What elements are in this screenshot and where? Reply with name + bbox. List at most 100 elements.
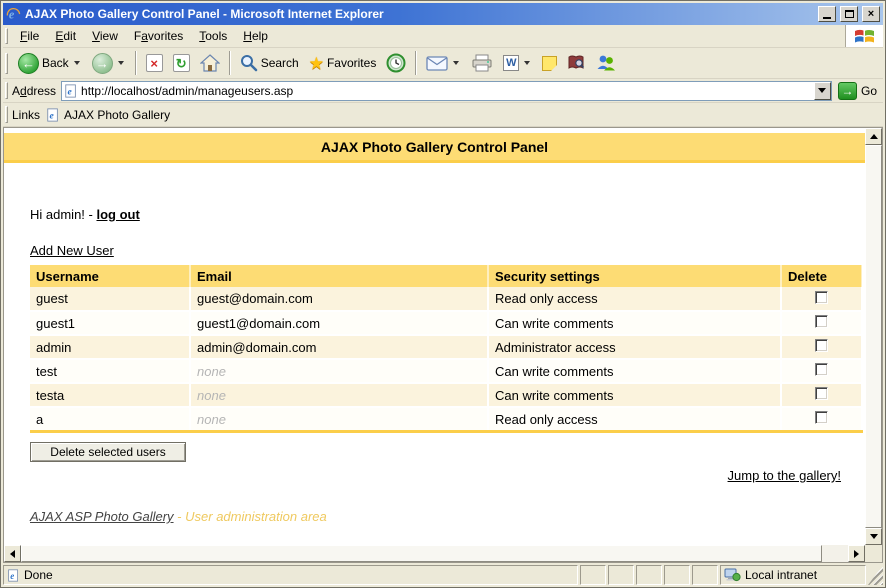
menu-edit[interactable]: Edit bbox=[47, 26, 84, 46]
footer-note: User administration area bbox=[185, 509, 327, 524]
go-icon: → bbox=[838, 82, 857, 100]
footer-gallery-link[interactable]: AJAX ASP Photo Gallery bbox=[30, 509, 174, 524]
maximize-icon bbox=[845, 10, 854, 18]
cell-email: none bbox=[190, 383, 488, 407]
table-header-row: Username Email Security settings Delete bbox=[30, 265, 862, 287]
scroll-left-button[interactable] bbox=[4, 545, 21, 562]
edit-dropdown-icon[interactable] bbox=[524, 61, 530, 65]
links-bar: Links e AJAX Photo Gallery bbox=[3, 103, 883, 127]
cell-security: Read only access bbox=[488, 407, 781, 432]
linksbar-grip[interactable] bbox=[5, 106, 8, 122]
triangle-up-icon bbox=[870, 134, 878, 139]
links-item-ajax-photo-gallery[interactable]: e AJAX Photo Gallery bbox=[46, 108, 170, 122]
refresh-button[interactable]: ↻ bbox=[169, 52, 194, 74]
address-dropdown-button[interactable] bbox=[814, 82, 831, 100]
cell-security: Administrator access bbox=[488, 335, 781, 359]
close-button[interactable]: × bbox=[862, 6, 880, 22]
col-header-username: Username bbox=[30, 265, 190, 287]
vertical-scroll-thumb[interactable] bbox=[865, 145, 882, 528]
cell-username: a bbox=[30, 407, 190, 432]
menu-bar: File Edit View Favorites Tools Help bbox=[3, 25, 883, 48]
status-pane bbox=[692, 565, 718, 585]
delete-checkbox[interactable] bbox=[815, 411, 828, 424]
jump-to-gallery-link[interactable]: Jump to the gallery! bbox=[728, 468, 841, 483]
go-button[interactable]: → Go bbox=[832, 82, 883, 100]
maximize-button[interactable] bbox=[840, 6, 858, 22]
address-label: Address bbox=[12, 84, 56, 98]
note-icon bbox=[542, 56, 557, 71]
minimize-icon bbox=[823, 17, 831, 19]
minimize-button[interactable] bbox=[818, 6, 836, 22]
page-title: AJAX Photo Gallery Control Panel bbox=[4, 133, 865, 163]
messenger-icon bbox=[595, 54, 617, 72]
print-icon bbox=[471, 54, 493, 72]
resize-grip[interactable] bbox=[868, 565, 883, 585]
status-pane bbox=[636, 565, 662, 585]
favorites-label: Favorites bbox=[327, 56, 376, 70]
go-label: Go bbox=[861, 84, 877, 98]
addressbar-grip[interactable] bbox=[5, 82, 8, 98]
delete-checkbox[interactable] bbox=[815, 387, 828, 400]
forward-dropdown-icon[interactable] bbox=[118, 61, 124, 65]
scroll-right-button[interactable] bbox=[848, 545, 865, 562]
menu-view[interactable]: View bbox=[84, 26, 126, 46]
table-row: test none Can write comments bbox=[30, 359, 862, 383]
back-icon: ← bbox=[18, 53, 39, 74]
browser-window: e AJAX Photo Gallery Control Panel - Mic… bbox=[0, 0, 886, 588]
status-pane bbox=[664, 565, 690, 585]
mail-dropdown-icon[interactable] bbox=[453, 61, 459, 65]
windows-logo-icon bbox=[845, 25, 883, 47]
delete-checkbox[interactable] bbox=[815, 363, 828, 376]
horizontal-scrollbar[interactable] bbox=[4, 545, 865, 562]
col-header-security: Security settings bbox=[488, 265, 781, 287]
edit-with-word-button[interactable]: W bbox=[499, 53, 536, 73]
mail-button[interactable] bbox=[422, 54, 465, 73]
page-icon: e bbox=[64, 84, 78, 98]
vertical-scrollbar[interactable] bbox=[865, 128, 882, 545]
address-input[interactable] bbox=[81, 83, 811, 99]
forward-button[interactable]: → bbox=[88, 51, 130, 76]
print-button[interactable] bbox=[467, 52, 497, 74]
add-new-user-link[interactable]: Add New User bbox=[30, 243, 114, 258]
cell-email: guest@domain.com bbox=[190, 287, 488, 311]
history-button[interactable] bbox=[382, 51, 410, 75]
scroll-up-button[interactable] bbox=[865, 128, 882, 145]
delete-checkbox[interactable] bbox=[815, 339, 828, 352]
chevron-down-icon bbox=[818, 88, 826, 93]
discuss-button[interactable] bbox=[538, 54, 561, 73]
status-done: e Done bbox=[3, 565, 578, 585]
back-dropdown-icon[interactable] bbox=[74, 61, 80, 65]
cell-username: guest1 bbox=[30, 311, 190, 335]
toolbar-separator bbox=[229, 51, 231, 75]
links-label: Links bbox=[12, 108, 40, 122]
address-input-wrap: e bbox=[61, 81, 832, 101]
greeting: Hi admin! - log out bbox=[30, 207, 863, 222]
toolbar-separator bbox=[415, 51, 417, 75]
mail-icon bbox=[426, 56, 448, 71]
local-intranet-icon bbox=[724, 568, 741, 582]
menu-file[interactable]: File bbox=[12, 26, 47, 46]
status-bar: e Done Local intranet bbox=[3, 563, 883, 585]
delete-selected-users-button[interactable]: Delete selected users bbox=[30, 442, 186, 462]
menu-tools[interactable]: Tools bbox=[191, 26, 235, 46]
home-button[interactable] bbox=[196, 52, 224, 74]
stop-button[interactable]: × bbox=[142, 52, 167, 74]
back-button[interactable]: ← Back bbox=[14, 51, 86, 76]
delete-checkbox[interactable] bbox=[815, 315, 828, 328]
logout-link[interactable]: log out bbox=[96, 207, 139, 222]
toolbar-separator bbox=[135, 51, 137, 75]
favorites-button[interactable]: ★ Favorites bbox=[305, 53, 381, 74]
messenger-button[interactable] bbox=[591, 52, 621, 74]
scroll-down-button[interactable] bbox=[865, 528, 882, 545]
svg-text:e: e bbox=[10, 570, 14, 580]
search-button[interactable]: Search bbox=[236, 52, 303, 74]
menu-favorites[interactable]: Favorites bbox=[126, 26, 191, 46]
research-button[interactable] bbox=[563, 52, 589, 74]
toolbar-grip[interactable] bbox=[5, 53, 8, 74]
cell-username: test bbox=[30, 359, 190, 383]
delete-checkbox[interactable] bbox=[815, 291, 828, 304]
menu-help[interactable]: Help bbox=[235, 26, 276, 46]
menubar-grip[interactable] bbox=[5, 28, 8, 43]
horizontal-scroll-thumb[interactable] bbox=[21, 545, 822, 562]
refresh-icon: ↻ bbox=[173, 54, 190, 72]
